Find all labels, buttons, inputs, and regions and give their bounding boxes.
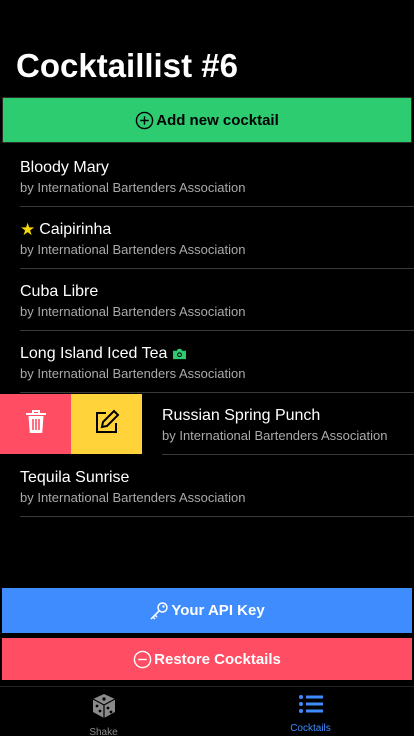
star-icon: ★: [20, 220, 36, 239]
trash-icon: [25, 409, 47, 440]
cocktail-name: Cuba Libre: [20, 283, 99, 300]
cocktail-author: by International Bartenders Association: [162, 428, 388, 443]
list-item[interactable]: Russian Spring Punch by International Ba…: [0, 394, 414, 456]
list-item[interactable]: Long Island Iced Tea by International Ba…: [0, 332, 414, 394]
cocktail-author: by International Bartenders Association: [20, 304, 246, 319]
cocktail-author: by International Bartenders Association: [20, 490, 246, 505]
key-icon: [149, 601, 169, 621]
cocktail-name: Caipirinha: [39, 221, 112, 238]
edit-button[interactable]: [71, 394, 142, 454]
delete-button[interactable]: [0, 394, 71, 454]
cocktail-author: by International Bartenders Association: [20, 180, 246, 195]
list-item[interactable]: Tequila Sunrise by International Bartend…: [0, 456, 414, 518]
cocktail-author: by International Bartenders Association: [20, 366, 246, 381]
api-key-label: Your API Key: [171, 602, 265, 619]
cocktail-name: Russian Spring Punch: [162, 407, 321, 424]
list-item[interactable]: ★ Caipirinha by International Bartenders…: [0, 208, 414, 270]
camera-icon: [172, 348, 187, 360]
api-key-button[interactable]: Your API Key: [2, 588, 412, 633]
list-item[interactable]: Cuba Libre by International Bartenders A…: [0, 270, 414, 332]
edit-icon: [94, 409, 120, 440]
restore-cocktails-label: Restore Cocktails: [154, 650, 281, 668]
tab-shake[interactable]: Shake: [0, 687, 207, 736]
restore-cocktails-button[interactable]: Restore Cocktails: [2, 638, 412, 680]
plus-circle-icon: [135, 111, 154, 130]
page-title: Cocktaillist #6: [16, 47, 238, 84]
list-icon: [297, 692, 325, 721]
cocktail-author: by International Bartenders Association: [20, 242, 246, 257]
tab-cocktails[interactable]: Cocktails: [207, 687, 414, 736]
cocktail-name: Long Island Iced Tea: [20, 345, 168, 362]
cocktail-list: Bloody Mary by International Bartenders …: [0, 146, 414, 518]
dice-icon: [90, 692, 118, 725]
minus-circle-icon: [133, 650, 152, 669]
add-cocktail-label: Add new cocktail: [156, 111, 279, 129]
add-cocktail-button[interactable]: Add new cocktail: [2, 97, 412, 143]
cocktail-name: Tequila Sunrise: [20, 469, 130, 486]
list-item[interactable]: Bloody Mary by International Bartenders …: [0, 146, 414, 208]
cocktail-name: Bloody Mary: [20, 159, 109, 176]
tab-cocktails-label: Cocktails: [290, 723, 331, 734]
tab-bar: Shake Cocktails: [0, 686, 414, 736]
tab-shake-label: Shake: [89, 727, 118, 736]
